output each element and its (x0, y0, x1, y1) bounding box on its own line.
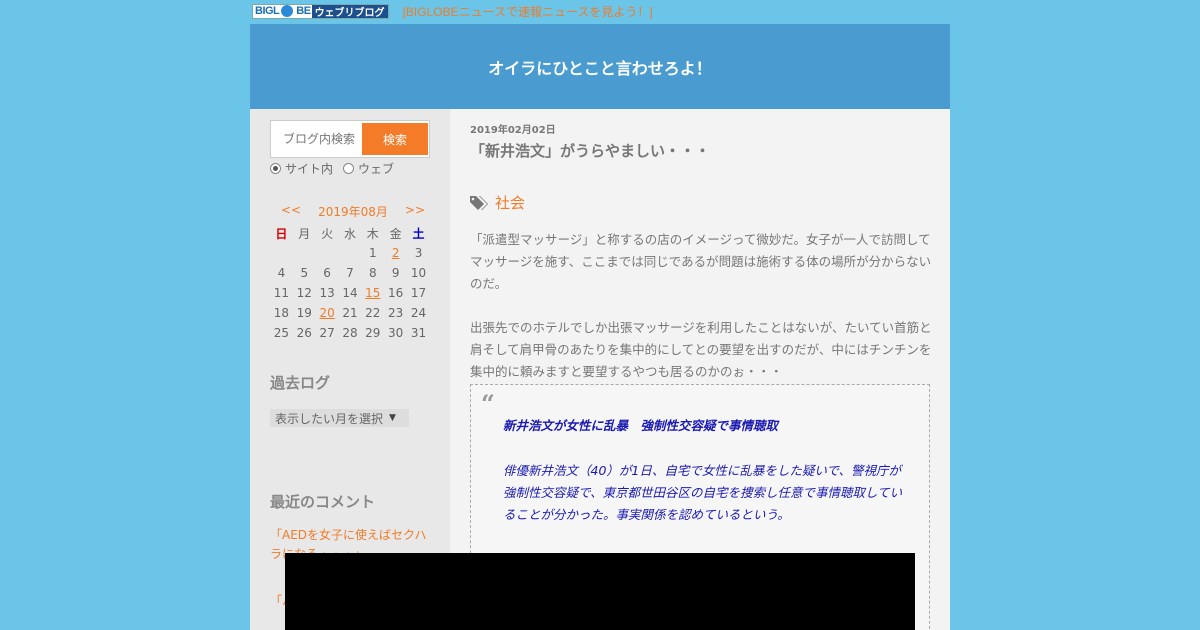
logo-text: BIGL (255, 5, 280, 17)
calendar-day: 17 (410, 286, 427, 300)
calendar-month[interactable]: 2019年08月 (318, 203, 388, 221)
calendar-weekday: 月 (298, 226, 311, 241)
blog-container: オイラにひとこと言わせろよ！ 検索 サイト内 ウェブ << 2019年08月 >… (250, 24, 950, 630)
calendar-day: 21 (342, 306, 358, 320)
calendar-day: 27 (319, 326, 335, 340)
biglobe-news-link[interactable]: [BIGLOBEニュースで速報ニュースを見よう！] (403, 3, 653, 20)
radio-site[interactable] (270, 163, 281, 174)
calendar-day: 24 (410, 306, 427, 320)
calendar-week: 25 26 27 28 29 30 31 (270, 323, 430, 343)
radio-site-label: サイト内 (285, 162, 334, 176)
calendar-weekday: 木 (366, 226, 379, 241)
blog-title[interactable]: オイラにひとこと言わせろよ！ (488, 55, 712, 79)
archive-select[interactable]: 表示したい月を選択 ▼ (270, 409, 409, 427)
calendar-day: 23 (388, 306, 404, 320)
post-date: 2019年02月02日 (470, 125, 556, 136)
search-box: 検索 (270, 120, 430, 158)
calendar-day (339, 243, 362, 263)
calendar-week: 4 5 6 7 8 9 10 (270, 263, 430, 283)
calendar-weekday: 日 (275, 226, 288, 241)
calendar-grid: 日月火水木金土 1 2 3 4 5 6 7 8 9 10 11 12 13 14 15 16 17 18 19 20 21… (270, 223, 430, 343)
biglobe-logo[interactable]: BIGL BE ウェブリブログ (252, 3, 389, 19)
calendar-day: 14 (342, 286, 358, 300)
quote-title: 新井浩文が女性に乱暴 強制性交容疑で事情聴取 (503, 418, 779, 433)
calendar-day: 3 (414, 246, 423, 260)
search-scope: サイト内 ウェブ (270, 160, 394, 177)
dropdown-arrow-icon: ▼ (389, 413, 396, 423)
calendar-day: 13 (319, 286, 335, 300)
post-title[interactable]: 「新井浩文」がうらやましい・・・ (470, 140, 710, 161)
main-content: 2019年02月02日 「新井浩文」がうらやましい・・・ 社会 「派遣型マッサー… (450, 109, 950, 630)
calendar-week: 123 (270, 243, 430, 263)
calendar-next[interactable]: >> (405, 203, 425, 221)
post-tags: 社会 (470, 192, 525, 213)
calendar-day: 19 (296, 306, 312, 320)
calendar-day (293, 243, 316, 263)
archive-select-value: 表示したい月を選択 (275, 411, 384, 426)
calendar-day: 10 (410, 266, 427, 280)
radio-web-label: ウェブ (358, 162, 395, 176)
calendar-week: 11 12 13 14 15 16 17 (270, 283, 430, 303)
calendar-day[interactable]: 20 (316, 303, 339, 323)
ad-overlay[interactable] (285, 553, 915, 630)
calendar-day: 22 (365, 306, 381, 320)
radio-web[interactable] (343, 163, 355, 174)
calendar-week: 18 19 20 21 22 23 24 (270, 303, 430, 323)
calendar-day: 8 (368, 266, 377, 280)
calendar-header: << 2019年08月 >> (270, 203, 430, 221)
calendar-day: 28 (342, 326, 358, 340)
calendar-weekday: 土 (412, 226, 425, 241)
comments-heading: 最近のコメント (270, 493, 376, 511)
calendar-day (316, 243, 339, 263)
calendar-day: 26 (296, 326, 312, 340)
calendar-day: 4 (277, 266, 286, 280)
tag-link[interactable]: 社会 (495, 192, 525, 213)
calendar-day: 6 (323, 266, 331, 280)
calendar-prev[interactable]: << (281, 203, 301, 221)
calendar-day: 9 (391, 266, 400, 280)
calendar-day: 5 (300, 266, 309, 280)
quote-icon: “ (481, 389, 495, 418)
quote-body: 俳優新井浩文（40）が1日、自宅で女性に乱暴をした疑いで、警視庁が強制性交容疑で… (503, 463, 903, 522)
calendar-day: 30 (388, 326, 404, 340)
calendar-day: 31 (410, 326, 427, 340)
archive-heading: 過去ログ (270, 374, 331, 392)
calendar-day[interactable]: 15 (361, 283, 384, 303)
calendar-day: 12 (296, 286, 312, 300)
calendar-day: 11 (273, 286, 290, 300)
calendar-day: 18 (273, 306, 290, 320)
calendar-day (270, 243, 293, 263)
calendar-day: 1 (368, 246, 377, 260)
calendar-day: 25 (273, 326, 290, 340)
calendar: << 2019年08月 >> 日月火水木金土 1 2 3 4 5 6 7 8 9 10 11 12 13 1… (270, 203, 430, 343)
post-paragraph: 出張先でのホテルでしか出張マッサージを利用したことはないが、たいてい首筋と肩そし… (470, 320, 932, 379)
sidebar: 検索 サイト内 ウェブ << 2019年08月 >> 日月火水木金土123456… (250, 109, 450, 630)
calendar-day[interactable]: 2 (384, 243, 407, 263)
logo-text-be: BE (296, 5, 311, 17)
calendar-weekday: 水 (343, 226, 356, 241)
calendar-day: 29 (365, 326, 381, 340)
calendar-day: 16 (388, 286, 404, 300)
blog-header: オイラにひとこと言わせろよ！ (250, 24, 950, 109)
calendar-day: 7 (346, 266, 354, 280)
globe-icon (281, 5, 294, 17)
logo-webriblog: ウェブリブログ (311, 4, 388, 19)
search-input[interactable] (273, 123, 361, 155)
calendar-weekday: 金 (389, 226, 402, 241)
post-paragraph: 「派遣型マッサージ」と称するの店のイメージって微妙だ。女子が一人で訪問してマッサ… (470, 232, 932, 291)
calendar-weekday: 火 (321, 226, 334, 241)
tags-icon (470, 195, 488, 210)
calendar-weekday-row: 日月火水木金土 (270, 223, 430, 243)
top-bar: BIGL BE ウェブリブログ [BIGLOBEニュースで速報ニュースを見よう！… (252, 2, 653, 20)
search-button[interactable]: 検索 (362, 123, 428, 155)
